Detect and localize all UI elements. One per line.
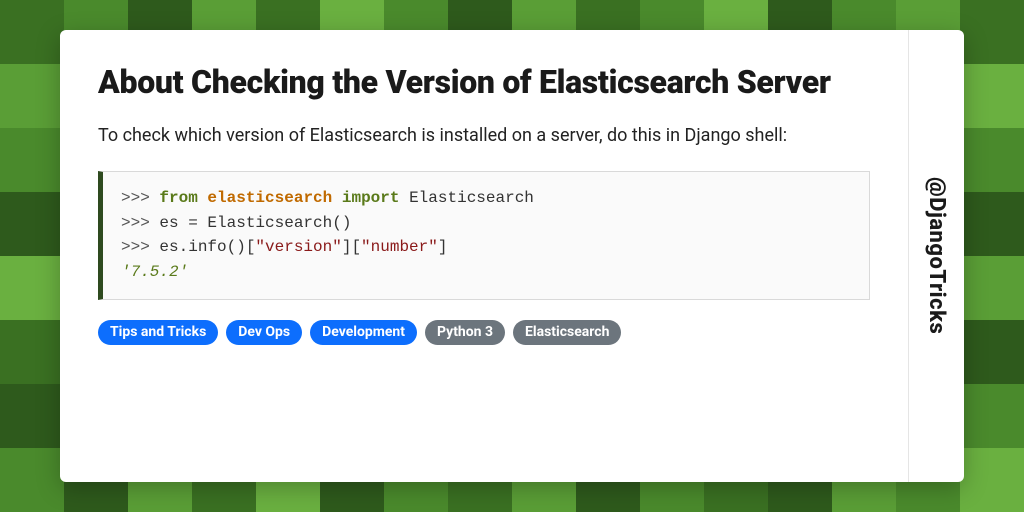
post-title: About Checking the Version of Elasticsea… [98, 64, 870, 102]
main-column: About Checking the Version of Elasticsea… [60, 30, 908, 482]
tag-pill[interactable]: Tips and Tricks [98, 320, 218, 345]
bg-tile [0, 320, 64, 384]
bg-tile [960, 448, 1024, 512]
code-text: ] [438, 238, 448, 256]
bg-tile [0, 128, 64, 192]
post-description: To check which version of Elasticsearch … [98, 122, 870, 149]
bg-tile [0, 64, 64, 128]
tag-pill[interactable]: Elasticsearch [513, 320, 621, 345]
code-output: '7.5.2' [121, 263, 188, 281]
bg-tile [960, 384, 1024, 448]
sidebar: @DjangoTricks [908, 30, 964, 482]
tag-pill[interactable]: Dev Ops [226, 320, 302, 345]
code-block: >>> from elasticsearch import Elasticsea… [98, 171, 870, 300]
bg-tile [960, 0, 1024, 64]
bg-tile [960, 192, 1024, 256]
tag-pill[interactable]: Python 3 [425, 320, 505, 345]
code-prompt: >>> [121, 189, 159, 207]
bg-tile [960, 320, 1024, 384]
bg-tile [0, 384, 64, 448]
tag-pill[interactable]: Development [310, 320, 417, 345]
bg-tile [0, 192, 64, 256]
code-string: "version" [255, 238, 341, 256]
code-keyword: from [159, 189, 197, 207]
bg-tile [960, 256, 1024, 320]
code-text: es.info()[ [159, 238, 255, 256]
code-text: es = Elasticsearch() [159, 214, 351, 232]
author-handle: @DjangoTricks [924, 177, 949, 334]
bg-tile [960, 64, 1024, 128]
tag-list: Tips and Tricks Dev Ops Development Python … [98, 320, 870, 345]
code-text: ][ [342, 238, 361, 256]
code-string: "number" [361, 238, 438, 256]
bg-tile [960, 128, 1024, 192]
content-card: About Checking the Version of Elasticsea… [60, 30, 964, 482]
bg-tile [0, 0, 64, 64]
bg-tile [0, 448, 64, 512]
code-keyword: import [342, 189, 400, 207]
code-module: elasticsearch [207, 189, 332, 207]
bg-tile [0, 256, 64, 320]
code-identifier: Elasticsearch [409, 189, 534, 207]
code-prompt: >>> [121, 238, 159, 256]
code-prompt: >>> [121, 214, 159, 232]
